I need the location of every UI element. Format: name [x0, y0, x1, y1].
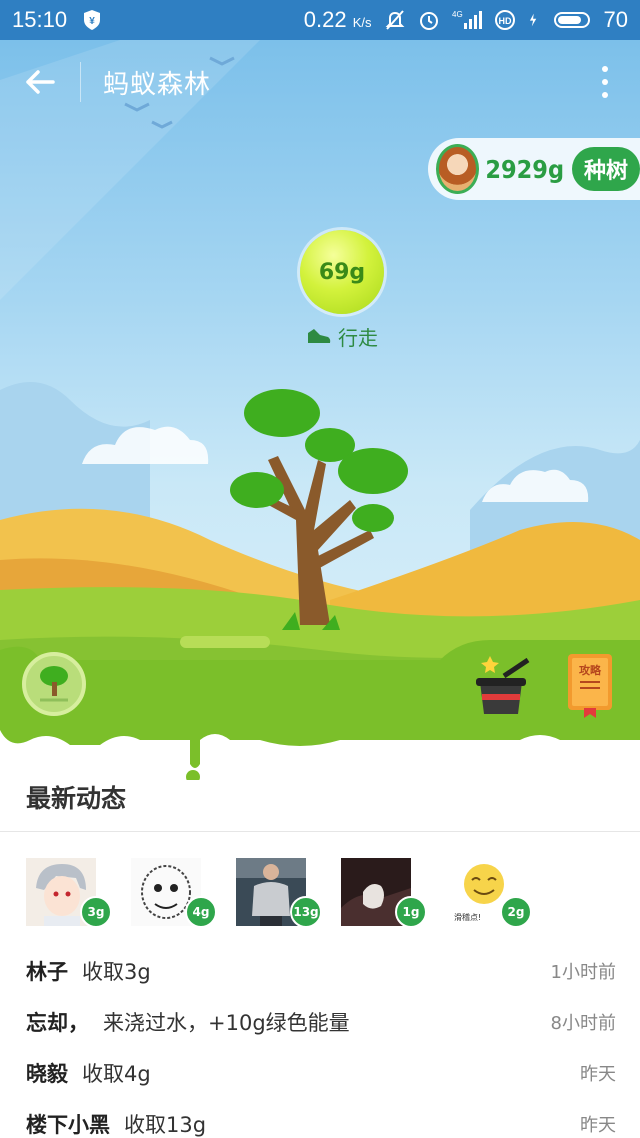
plant-tree-button[interactable]: 种树	[572, 147, 640, 191]
charging-icon	[529, 13, 536, 27]
energy-badge: 4g	[185, 896, 217, 928]
friend-avatar[interactable]: 3g	[26, 858, 112, 928]
small-tree-icon	[40, 666, 68, 702]
magic-hat-icon	[476, 656, 530, 714]
energy-badge: 13g	[290, 896, 322, 928]
friend-avatars-row: 3g 4g 13g 1g 滑稽点! 2g	[26, 858, 626, 928]
my-trees-button[interactable]	[22, 652, 86, 716]
friend-name: 楼下小黑	[26, 1112, 110, 1137]
energy-badge: 3g	[80, 896, 112, 928]
activity-text: 来浇过水，+10g绿色能量	[103, 1010, 350, 1035]
energy-source: 行走	[306, 322, 378, 351]
activity-text: 收取13g	[124, 1112, 207, 1137]
network-type-label: 4G	[452, 10, 463, 19]
feed-title: 最新动态	[26, 784, 127, 813]
friend-name: 忘却，	[26, 1010, 89, 1035]
activity-time: 昨天	[580, 1063, 616, 1085]
activity-item[interactable]: 忘却， 来浇过水，+10g绿色能量 8小时前	[26, 996, 616, 1047]
activity-item[interactable]: 林子 收取3g 1小时前	[26, 945, 616, 996]
strategy-guide-button[interactable]: 攻略	[564, 650, 618, 720]
activity-time: 昨天	[580, 1114, 616, 1136]
activity-list: 林子 收取3g 1小时前 忘却， 来浇过水，+10g绿色能量 8小时前 晓毅 收…	[26, 945, 616, 1138]
my-energy-pill[interactable]: 2929g 种树	[428, 138, 640, 200]
network-speed: 0.22 K/s	[303, 7, 372, 32]
energy-badge: 2g	[500, 896, 532, 928]
avatar-caption: 滑稽点!	[454, 912, 481, 922]
friend-avatar[interactable]: 13g	[236, 858, 322, 928]
guide-book-icon: 攻略	[568, 654, 612, 718]
hd-icon: HD	[494, 10, 515, 30]
back-button[interactable]	[0, 40, 80, 124]
page-title: 蚂蚁森林	[103, 69, 212, 100]
sneaker-icon	[308, 328, 331, 343]
feed-divider	[0, 831, 640, 832]
activity-time: 1小时前	[550, 961, 616, 983]
activity-item[interactable]: 楼下小黑 收取13g 昨天	[26, 1098, 616, 1138]
activity-time: 8小时前	[550, 1012, 616, 1034]
alarm-icon	[419, 12, 438, 30]
header-divider	[80, 62, 81, 102]
status-time: 15:10	[12, 7, 68, 32]
energy-source-label: 行走	[338, 326, 378, 350]
shield-yen-icon: ¥	[84, 10, 101, 30]
activity-item[interactable]: 晓毅 收取4g 昨天	[26, 1047, 616, 1098]
more-button[interactable]	[570, 40, 640, 124]
friend-name: 林子	[26, 959, 68, 984]
activity-text: 收取3g	[82, 959, 151, 984]
magic-hat-button[interactable]	[470, 650, 536, 720]
arrow-left-icon	[26, 70, 55, 94]
activity-text: 收取4g	[82, 1061, 151, 1086]
energy-total: 2929g	[485, 154, 565, 184]
my-avatar[interactable]	[436, 144, 480, 194]
svg-text:¥: ¥	[89, 16, 95, 27]
energy-badge: 1g	[395, 896, 427, 928]
more-vertical-icon	[602, 66, 608, 98]
forest-scene: 蚂蚁森林 2929g 种树 69g 行走 攻略	[0, 40, 640, 780]
top-bar: 蚂蚁森林	[0, 40, 640, 124]
friend-avatar[interactable]: 滑稽点! 2g	[446, 858, 532, 928]
signal-icon: 4G	[452, 10, 482, 29]
mute-icon	[385, 10, 404, 30]
battery-level: 70	[603, 7, 628, 32]
energy-ball[interactable]: 69g	[300, 230, 384, 314]
status-bar: 15:10 ¥ 0.22 K/s 4G HD 70	[0, 0, 640, 40]
battery-icon	[553, 12, 590, 28]
friend-avatar[interactable]: 4g	[131, 858, 217, 928]
svg-text:HD: HD	[498, 16, 511, 26]
friend-name: 晓毅	[26, 1061, 68, 1086]
friend-avatar[interactable]: 1g	[341, 858, 427, 928]
svg-text:攻略: 攻略	[579, 663, 602, 677]
